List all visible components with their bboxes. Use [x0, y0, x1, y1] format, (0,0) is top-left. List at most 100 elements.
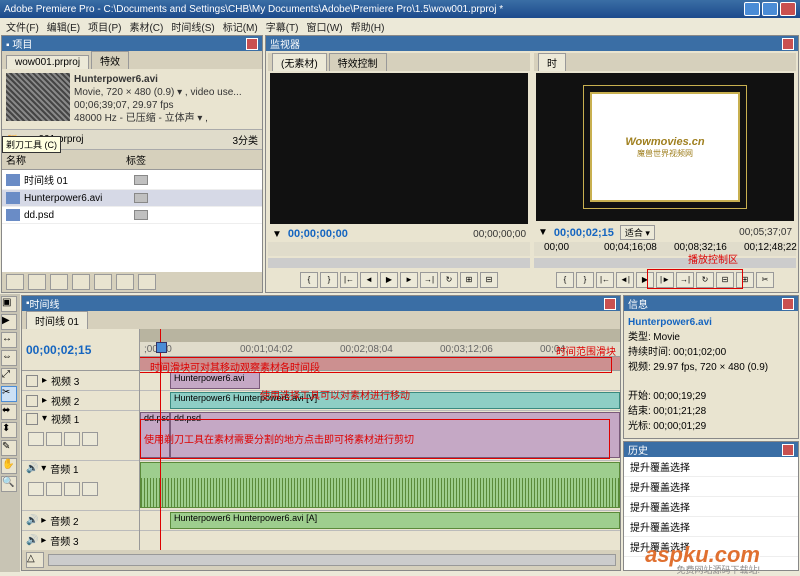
source-monitor-screen[interactable] — [270, 73, 528, 224]
new-item-button[interactable] — [116, 274, 134, 290]
list-item[interactable]: 时间线 01 — [2, 170, 262, 190]
program-monitor-screen[interactable]: Wowmovies.cn 魔兽世界视频网 — [536, 73, 794, 221]
goto-out-button[interactable]: →| — [420, 272, 438, 288]
eye-icon[interactable] — [26, 375, 38, 387]
tab-source[interactable]: (无素材) — [272, 53, 327, 71]
program-ruler[interactable]: 00;00 00;04;16;08 00;08;32;16 00;12;48;2… — [534, 242, 796, 256]
tab-project-file[interactable]: wow001.prproj — [6, 55, 89, 69]
audio-clip[interactable] — [140, 462, 620, 508]
track-opt-button[interactable] — [46, 432, 62, 446]
timeline-ruler[interactable]: ;00;00 00;01;04;02 00;02;08;04 00;03;12;… — [140, 329, 620, 357]
track-v3-content[interactable]: Hunterpower6.avi — [140, 371, 620, 391]
menu-project[interactable]: 项目(P) — [88, 19, 121, 34]
auto-button[interactable] — [50, 274, 68, 290]
project-close-icon[interactable] — [246, 38, 258, 50]
set-out-button[interactable]: } — [576, 272, 594, 288]
history-panel-titlebar[interactable]: 历史 — [624, 442, 798, 457]
slide-tool[interactable]: ⬍ — [1, 422, 17, 438]
source-ruler[interactable] — [268, 242, 530, 256]
menu-help[interactable]: 帮助(H) — [351, 19, 385, 34]
menu-marker[interactable]: 标记(M) — [223, 19, 258, 34]
loop-button[interactable]: ↻ — [440, 272, 458, 288]
timeline-panel-titlebar[interactable]: ▪ 时间线 — [22, 296, 620, 311]
icon-view-button[interactable] — [28, 274, 46, 290]
list-item[interactable]: dd.psd — [2, 207, 262, 224]
col-name[interactable]: 名称 — [6, 152, 126, 167]
list-view-button[interactable] — [6, 274, 24, 290]
program-zoombar[interactable] — [534, 258, 796, 268]
track-opt-button[interactable] — [64, 432, 80, 446]
step-back-button[interactable]: ◄ — [360, 272, 378, 288]
history-item[interactable]: 提升覆盖选择 — [624, 457, 798, 477]
rolling-tool[interactable]: ⇔ — [1, 350, 17, 366]
find-button[interactable] — [72, 274, 90, 290]
track-header-v3[interactable]: ▸ 视频 3 — [22, 371, 139, 391]
playhead[interactable] — [160, 329, 161, 550]
track-header-v2[interactable]: ▸ 视频 2 — [22, 391, 139, 411]
step-back-button[interactable]: ◄| — [616, 272, 634, 288]
set-out-button[interactable]: } — [320, 272, 338, 288]
menu-edit[interactable]: 编辑(E) — [47, 19, 80, 34]
track-v2-content[interactable]: Hunterpower6 Hunterpower6.avi [V] — [140, 391, 620, 411]
loop-button[interactable]: ↻ — [696, 272, 714, 288]
play-button[interactable]: ▶ — [380, 272, 398, 288]
goto-prev-button[interactable]: |← — [596, 272, 614, 288]
trash-button[interactable] — [138, 274, 156, 290]
goto-in-button[interactable]: |← — [340, 272, 358, 288]
track-header-a2[interactable]: 🔊 ▸ 音频 2 — [22, 511, 139, 531]
tab-program[interactable]: 时 — [538, 53, 566, 71]
close-button[interactable] — [780, 2, 796, 16]
program-timecode[interactable]: 00;00;02;15 — [554, 227, 614, 239]
info-panel-titlebar[interactable]: 信息 — [624, 296, 798, 311]
monitor-panel-titlebar[interactable]: 监视器 — [266, 36, 798, 51]
maximize-button[interactable] — [762, 2, 778, 16]
list-item[interactable]: Hunterpower6.avi — [2, 190, 262, 207]
label-swatch[interactable] — [134, 175, 148, 185]
timeline-close-icon[interactable] — [604, 298, 616, 310]
step-fwd-button[interactable]: |► — [656, 272, 674, 288]
track-opt-button[interactable] — [28, 432, 44, 446]
eye-icon[interactable] — [26, 395, 38, 407]
ripple-tool[interactable]: ↔ — [1, 332, 17, 348]
track-a1-content[interactable] — [140, 461, 620, 511]
razor-tool[interactable]: ✂ — [1, 386, 17, 402]
trim-button[interactable]: ✂ — [756, 272, 774, 288]
menu-window[interactable]: 窗口(W) — [306, 19, 342, 34]
lift-button[interactable]: ⊟ — [716, 272, 734, 288]
new-bin-button[interactable] — [94, 274, 112, 290]
goto-next-button[interactable]: →| — [676, 272, 694, 288]
tab-effects[interactable]: 特效 — [91, 51, 129, 69]
play-button[interactable]: ▶ — [636, 272, 654, 288]
insert-button[interactable]: ⊞ — [460, 272, 478, 288]
slip-tool[interactable]: ⬌ — [1, 404, 17, 420]
monitor-close-icon[interactable] — [782, 38, 794, 50]
history-close-icon[interactable] — [782, 444, 794, 456]
rate-tool[interactable]: ⤢ — [1, 368, 17, 384]
track-opt-button[interactable] — [46, 482, 62, 496]
track-a2-content[interactable]: Hunterpower6 Hunterpower6.avi [A] — [140, 511, 620, 531]
track-opt-button[interactable] — [28, 482, 44, 496]
clip[interactable]: Hunterpower6.avi — [170, 372, 260, 389]
work-area-bar[interactable] — [140, 357, 620, 371]
menu-title[interactable]: 字幕(T) — [266, 19, 299, 34]
zoom-slider[interactable]: △ — [26, 552, 44, 568]
track-opt-button[interactable] — [82, 482, 98, 496]
history-item[interactable]: 提升覆盖选择 — [624, 517, 798, 537]
zoom-tool[interactable]: 🔍 — [1, 476, 17, 492]
track-header-v1[interactable]: ▾ 视频 1 — [22, 411, 139, 461]
track-v1-content[interactable]: dd.psd dd.psd — [140, 411, 620, 461]
menu-clip[interactable]: 素材(C) — [129, 19, 163, 34]
clip[interactable]: Hunterpower6 Hunterpower6.avi [V] — [170, 392, 620, 409]
track-a3-content[interactable] — [140, 531, 620, 550]
set-in-button[interactable]: { — [300, 272, 318, 288]
label-swatch[interactable] — [134, 193, 148, 203]
history-item[interactable]: 提升覆盖选择 — [624, 497, 798, 517]
clip[interactable]: dd.psd — [140, 412, 170, 458]
track-opt-button[interactable] — [64, 482, 80, 496]
timeline-track-area[interactable]: ;00;00 00;01;04;02 00;02;08;04 00;03;12;… — [140, 329, 620, 550]
selection-tool[interactable]: ▣ — [1, 296, 17, 312]
zoom-fit-dropdown[interactable]: 适合 ▾ — [620, 225, 655, 240]
step-fwd-button[interactable]: ► — [400, 272, 418, 288]
overlay-button[interactable]: ⊟ — [480, 272, 498, 288]
menu-file[interactable]: 文件(F) — [6, 19, 39, 34]
